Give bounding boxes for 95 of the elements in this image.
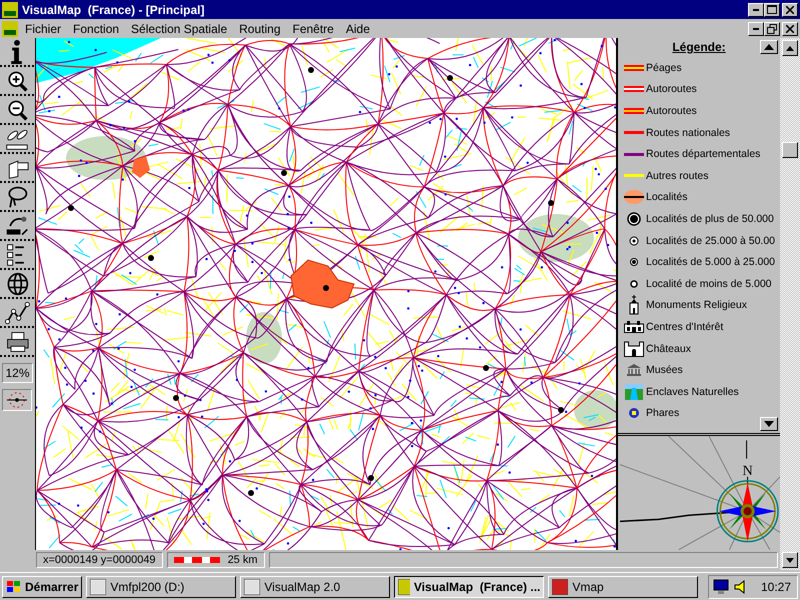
restore-icon bbox=[767, 24, 777, 34]
church-icon bbox=[629, 295, 639, 316]
waterfall-landscape-icon bbox=[625, 384, 643, 400]
compass-rose-drawing: N bbox=[618, 436, 780, 550]
program-icon bbox=[90, 578, 106, 594]
legend-label: Monuments Religieux bbox=[646, 299, 747, 312]
legend-label: Centres d'Intérêt bbox=[646, 320, 724, 333]
close-button[interactable] bbox=[782, 22, 798, 36]
down-arrow-icon bbox=[764, 421, 774, 427]
scroll-thumb[interactable] bbox=[782, 142, 798, 158]
polyline-icon bbox=[4, 301, 30, 325]
menu-item[interactable]: Fonction bbox=[68, 22, 124, 36]
legend-label: Localités bbox=[646, 191, 688, 204]
menu-item[interactable]: Fichier bbox=[20, 22, 66, 36]
legend-label: Péages bbox=[646, 62, 682, 74]
close-icon bbox=[786, 24, 794, 32]
maximize-icon bbox=[767, 5, 777, 14]
legend-label: Enclaves Naturelles bbox=[646, 386, 739, 398]
menu-item[interactable]: Routing bbox=[234, 22, 286, 36]
tool-button[interactable] bbox=[0, 242, 34, 270]
monitor-icon[interactable] bbox=[712, 578, 729, 594]
legend-label: Châteaux bbox=[646, 342, 691, 355]
legend-line-icon bbox=[624, 108, 644, 114]
close-icon bbox=[786, 6, 794, 14]
zoom-level: 12% bbox=[2, 363, 33, 383]
scale-bar-icon bbox=[174, 557, 220, 563]
footprints-ruler-icon bbox=[4, 127, 30, 151]
legend-label: Localités de 25.000 à 50.00 bbox=[646, 234, 776, 247]
city-dot-icon bbox=[627, 212, 641, 226]
up-arrow-icon bbox=[764, 44, 774, 50]
legend-label: Phares bbox=[646, 407, 680, 420]
menu-item[interactable]: Aide bbox=[340, 22, 375, 36]
legend-label: Autoroutes bbox=[646, 104, 697, 117]
scroll-up-button[interactable] bbox=[760, 40, 778, 54]
printer-icon bbox=[4, 330, 30, 354]
tool-button[interactable] bbox=[0, 300, 34, 328]
legend-line-icon bbox=[624, 131, 644, 134]
tool-button[interactable] bbox=[0, 184, 34, 212]
minimize-icon bbox=[753, 28, 759, 30]
legend-line-icon bbox=[624, 174, 644, 178]
legend-label: Routes nationales bbox=[646, 126, 730, 139]
info-icon bbox=[11, 39, 23, 65]
scroll-up-button[interactable] bbox=[782, 40, 798, 56]
taskbar-button[interactable]: VisualMap (France) ... bbox=[394, 576, 544, 598]
legend-line-icon bbox=[624, 64, 644, 71]
program-icon bbox=[244, 578, 260, 594]
label-arrow-icon bbox=[4, 214, 30, 238]
road-map-drawing[interactable] bbox=[36, 38, 616, 550]
building-icon bbox=[624, 320, 644, 333]
menu-item[interactable]: Fenêtre bbox=[288, 22, 339, 36]
clock: 10:27 bbox=[760, 580, 791, 594]
legend-label: Localité de moins de 5.000 bbox=[646, 278, 772, 290]
city-dot-icon bbox=[630, 280, 638, 288]
taskbar-button[interactable]: Vmap bbox=[548, 576, 698, 598]
maximize-button[interactable] bbox=[764, 2, 780, 16]
legend-line-icon bbox=[624, 86, 644, 92]
scroll-down-button[interactable] bbox=[760, 417, 778, 431]
scroll-down-button[interactable] bbox=[782, 552, 798, 568]
document-icon[interactable] bbox=[2, 20, 18, 36]
windows-logo-icon bbox=[6, 580, 22, 594]
museum-icon bbox=[626, 364, 642, 376]
program-icon bbox=[398, 578, 410, 594]
legend-label: Routes départementales bbox=[646, 148, 760, 160]
legend-label: Localités de 5.000 à 25.000 bbox=[646, 256, 776, 268]
restore-button[interactable] bbox=[764, 22, 780, 36]
legend-label: Localités de plus de 50.000 bbox=[646, 212, 774, 225]
app-icon bbox=[2, 2, 18, 18]
close-button[interactable] bbox=[782, 2, 798, 16]
program-icon bbox=[552, 578, 568, 594]
down-arrow-icon bbox=[786, 558, 794, 562]
lighthouse-icon bbox=[628, 407, 640, 420]
minimize-button[interactable] bbox=[748, 22, 764, 36]
minimize-icon bbox=[753, 8, 759, 10]
mini-compass-icon[interactable] bbox=[2, 389, 32, 411]
menu-item[interactable]: Sélection Spatiale bbox=[126, 22, 232, 36]
minimize-button[interactable] bbox=[748, 2, 764, 16]
city-dot-icon bbox=[629, 236, 639, 246]
tool-button[interactable] bbox=[0, 329, 34, 357]
legend-title: Légende: bbox=[672, 40, 726, 54]
legend-label: Musées bbox=[646, 364, 683, 376]
legend-label: Autres routes bbox=[646, 170, 708, 182]
up-arrow-icon bbox=[786, 46, 794, 50]
legend-line-icon bbox=[624, 152, 644, 156]
city-dot-icon bbox=[630, 258, 638, 266]
tool-button[interactable] bbox=[0, 39, 34, 67]
taskbar-button[interactable]: VisualMap 2.0 bbox=[240, 576, 390, 598]
start-button[interactable]: Démarrer bbox=[2, 576, 82, 598]
tool-button[interactable] bbox=[0, 271, 34, 299]
taskbar-button[interactable]: Vmfpl200 (D:) bbox=[86, 576, 236, 598]
legend-label: Autoroutes bbox=[646, 83, 697, 96]
window-title: VisualMap (France) - [Principal] bbox=[22, 2, 206, 16]
scale-label: 25 km bbox=[228, 554, 258, 566]
coordinates-field: x=0000149 y=0000049 bbox=[36, 552, 163, 568]
vertical-scrollbar[interactable] bbox=[780, 38, 800, 570]
castle-icon bbox=[624, 340, 644, 357]
